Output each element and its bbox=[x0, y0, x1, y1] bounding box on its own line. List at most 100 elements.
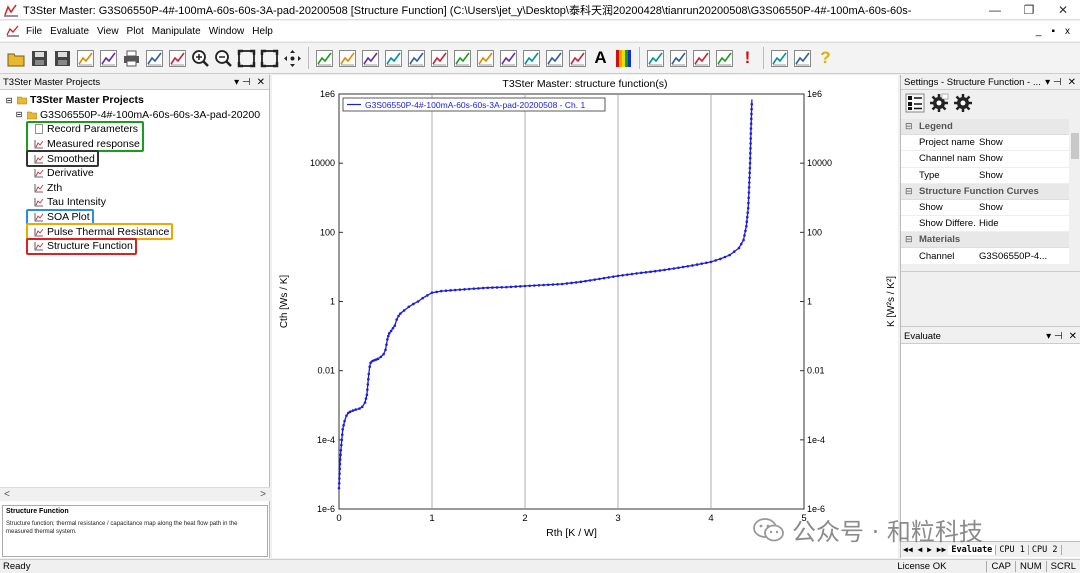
zoom-box-2-icon[interactable] bbox=[792, 46, 813, 70]
property-row[interactable]: Show Differe... Hide bbox=[901, 216, 1069, 233]
collapse-icon[interactable]: ⊟ bbox=[4, 95, 14, 105]
data-point bbox=[743, 234, 746, 237]
projects-panel-pin-icon[interactable]: ▾ ⊣ bbox=[234, 77, 251, 88]
tab-cpu-2[interactable]: CPU 2 bbox=[1029, 544, 1062, 555]
mdi-restore-button[interactable]: ▪ bbox=[1051, 26, 1055, 37]
property-value[interactable]: Show bbox=[976, 137, 1069, 148]
cross-icon[interactable] bbox=[567, 46, 588, 70]
settings-panel: Settings - Structure Function - ... ▾ ⊣ … bbox=[900, 75, 1080, 558]
evaluate-panel-close-icon[interactable]: ✕ bbox=[1069, 331, 1077, 342]
tab-cpu-1[interactable]: CPU 1 bbox=[996, 544, 1029, 555]
curve-b-icon[interactable] bbox=[337, 46, 358, 70]
chart-panel: T3Ster Master: structure function(s) 012… bbox=[272, 75, 898, 558]
gear-settings-icon[interactable] bbox=[953, 93, 973, 113]
property-row[interactable]: Channel name Show bbox=[901, 151, 1069, 168]
data-point bbox=[565, 282, 569, 285]
property-value[interactable]: Show bbox=[976, 153, 1069, 164]
menu-plot[interactable]: Plot bbox=[127, 26, 144, 37]
save-icon[interactable] bbox=[29, 46, 50, 70]
help-icon[interactable]: ? bbox=[815, 46, 836, 70]
curve-f-icon[interactable] bbox=[452, 46, 473, 70]
categorized-view-icon[interactable] bbox=[905, 93, 925, 113]
menu-view[interactable]: View bbox=[97, 26, 119, 37]
grid-icon[interactable] bbox=[544, 46, 565, 70]
mdi-close-button[interactable]: x bbox=[1065, 26, 1070, 37]
copy-icon[interactable] bbox=[98, 46, 119, 70]
settings-toolbar bbox=[901, 90, 1080, 116]
scroll-thumb[interactable] bbox=[1071, 133, 1079, 159]
menu-file[interactable]: File bbox=[26, 26, 42, 37]
property-row[interactable]: Channel G3S06550P-4... bbox=[901, 248, 1069, 265]
pan-icon[interactable] bbox=[282, 46, 303, 70]
open-icon[interactable] bbox=[6, 46, 27, 70]
zoom-in-icon[interactable] bbox=[190, 46, 211, 70]
property-key: Channel name bbox=[919, 153, 976, 165]
property-value[interactable]: Hide bbox=[976, 218, 1069, 229]
curve-h-icon[interactable] bbox=[498, 46, 519, 70]
text-icon[interactable]: A bbox=[590, 46, 611, 70]
warn-icon[interactable]: ! bbox=[737, 46, 758, 70]
calc-2-icon[interactable] bbox=[668, 46, 689, 70]
curve-i-icon[interactable] bbox=[521, 46, 542, 70]
structure-function-chart[interactable]: 0 1 2 3 4 51e-6 1e-61e-4 1e-40.01 0.011 1100 10010… bbox=[272, 75, 898, 558]
property-scrollbar[interactable] bbox=[1069, 119, 1080, 269]
scroll-right-icon[interactable]: > bbox=[256, 489, 270, 500]
property-row[interactable]: Project name Show bbox=[901, 135, 1069, 152]
curve-g-icon[interactable] bbox=[475, 46, 496, 70]
zoom-out-icon[interactable] bbox=[213, 46, 234, 70]
export-icon[interactable] bbox=[75, 46, 96, 70]
menu-help[interactable]: Help bbox=[252, 26, 273, 37]
data-point bbox=[570, 281, 573, 285]
menu-evaluate[interactable]: Evaluate bbox=[50, 26, 89, 37]
curve-a-icon[interactable] bbox=[314, 46, 335, 70]
mdi-minimize-button[interactable]: _ bbox=[1036, 26, 1042, 37]
tree-item-tau-intensity[interactable]: Tau Intensity bbox=[0, 195, 269, 210]
collapse-icon[interactable]: ⊟ bbox=[14, 110, 24, 120]
zoom-window-icon[interactable] bbox=[259, 46, 280, 70]
property-category[interactable]: Legend bbox=[901, 119, 1069, 135]
scale-linear-icon[interactable] bbox=[144, 46, 165, 70]
curve-d-icon[interactable] bbox=[406, 46, 427, 70]
evaluate-panel-pin-icon[interactable]: ▾ ⊣ bbox=[1046, 331, 1063, 342]
menu-window[interactable]: Window bbox=[209, 26, 245, 37]
property-row[interactable]: Type Show bbox=[901, 168, 1069, 184]
data-point bbox=[695, 263, 699, 266]
data-point bbox=[714, 259, 717, 262]
data-point bbox=[337, 482, 341, 485]
scale-log-icon[interactable] bbox=[167, 46, 188, 70]
zoom-box-icon[interactable] bbox=[769, 46, 790, 70]
menu-manipulate[interactable]: Manipulate bbox=[152, 26, 201, 37]
curve-c-icon[interactable] bbox=[383, 46, 404, 70]
tree-item-zth[interactable]: Zth bbox=[0, 181, 269, 196]
curve-e-icon[interactable] bbox=[429, 46, 450, 70]
property-category[interactable]: Structure Function Curves bbox=[901, 183, 1069, 200]
restore-button[interactable]: ❐ bbox=[1012, 3, 1046, 17]
color-bar-icon[interactable] bbox=[613, 46, 634, 70]
document-icon[interactable] bbox=[6, 25, 20, 37]
print-icon[interactable] bbox=[121, 46, 142, 70]
calc-1-icon[interactable] bbox=[645, 46, 666, 70]
property-value[interactable]: Show bbox=[976, 202, 1069, 213]
settings-panel-pin-icon[interactable]: ▾ ⊣ bbox=[1045, 77, 1062, 88]
data-point bbox=[491, 286, 494, 289]
property-category[interactable]: Materials bbox=[901, 232, 1069, 249]
settings-panel-close-icon[interactable]: ✕ bbox=[1068, 77, 1076, 88]
projects-panel-close-icon[interactable]: ✕ bbox=[257, 77, 265, 88]
tree-item-derivative[interactable]: Derivative bbox=[0, 166, 269, 181]
minimize-button[interactable]: — bbox=[978, 3, 1012, 17]
property-value[interactable]: Show bbox=[976, 170, 1069, 181]
save-all-icon[interactable] bbox=[52, 46, 73, 70]
lock-icon[interactable] bbox=[360, 46, 381, 70]
close-button[interactable]: ✕ bbox=[1046, 3, 1080, 17]
gear-icon[interactable] bbox=[929, 93, 949, 113]
calc-3-icon[interactable] bbox=[691, 46, 712, 70]
tree-root[interactable]: ⊟ T3Ster Master Projects bbox=[0, 93, 269, 108]
scroll-track[interactable] bbox=[14, 490, 256, 500]
tree-project[interactable]: ⊟ G3S06550P-4#-100mA-60s-60s-3A-pad-2020… bbox=[0, 108, 269, 123]
fit-icon[interactable] bbox=[236, 46, 257, 70]
property-row[interactable]: Show Show bbox=[901, 200, 1069, 217]
calc-4-icon[interactable] bbox=[714, 46, 735, 70]
horizontal-scrollbar[interactable]: < > bbox=[0, 487, 270, 501]
property-value[interactable]: G3S06550P-4... bbox=[976, 251, 1069, 262]
scroll-left-icon[interactable]: < bbox=[0, 489, 14, 500]
